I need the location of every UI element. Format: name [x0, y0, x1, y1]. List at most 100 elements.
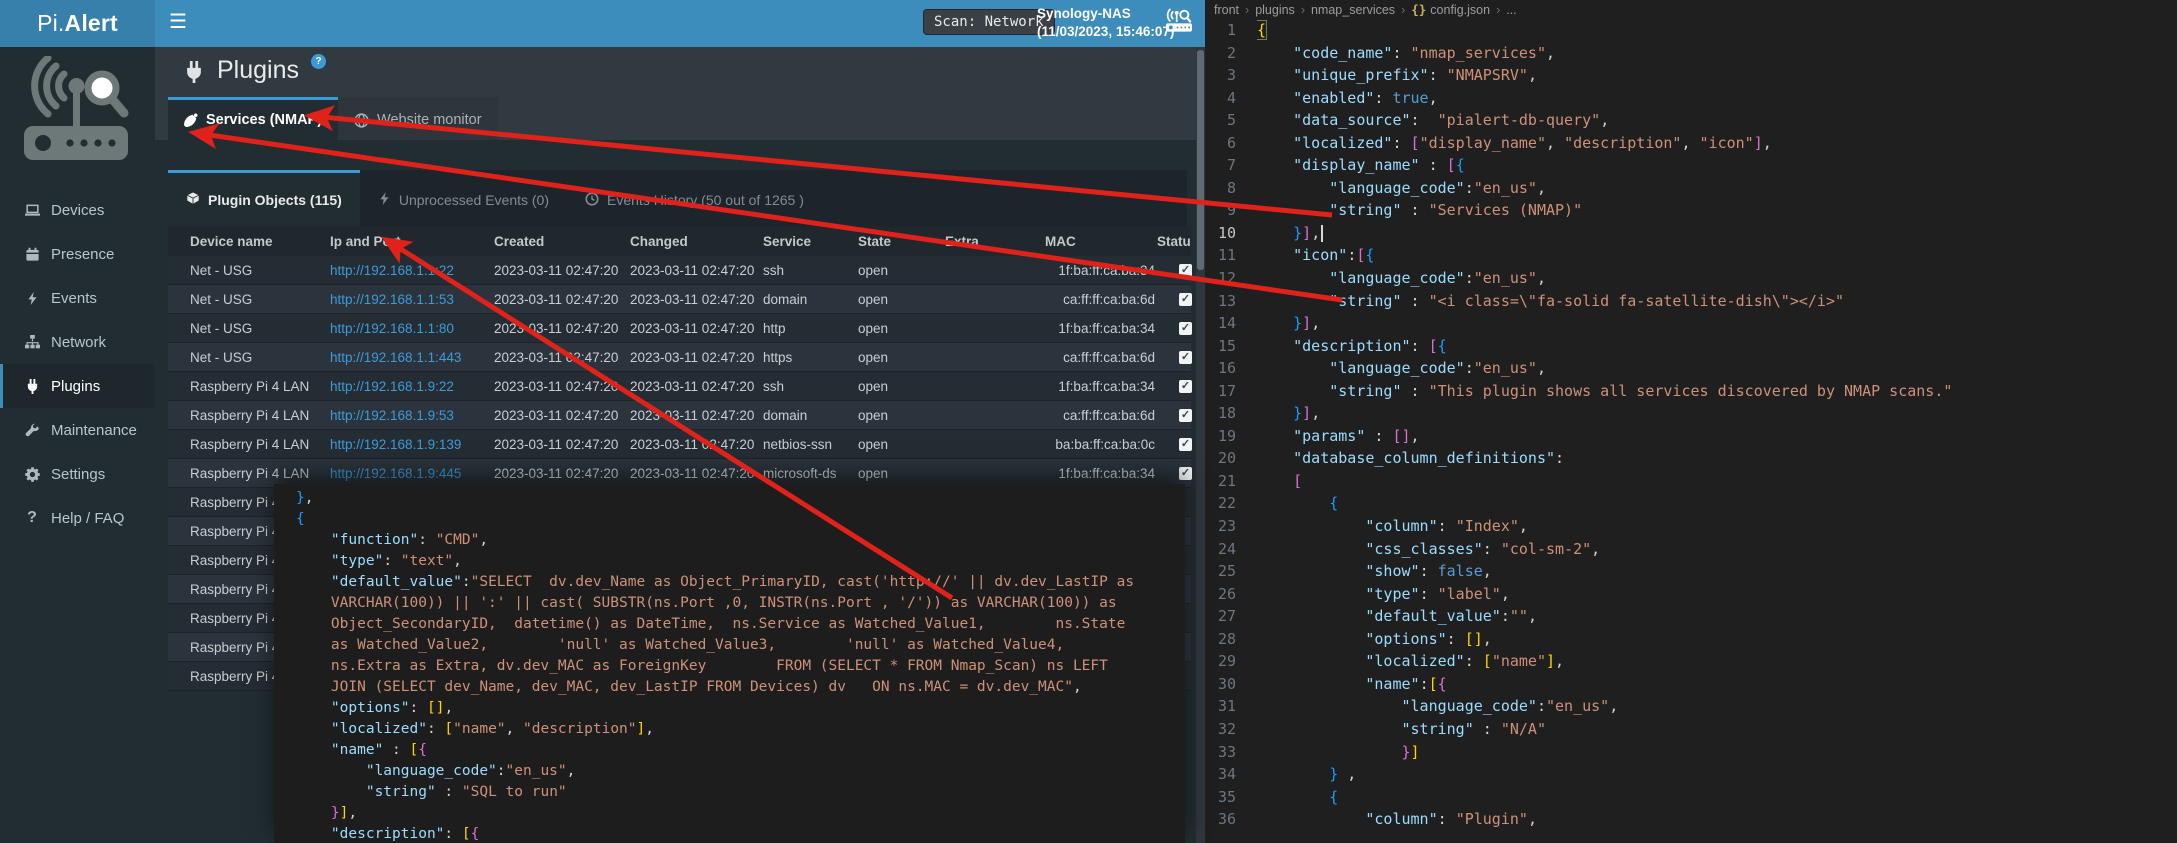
code-line: "string" : "SQL to run" [296, 782, 1185, 803]
tab-website-monitor[interactable]: Website monitor [338, 97, 498, 140]
column-header-created[interactable]: Created [494, 234, 630, 249]
table-row[interactable]: Raspberry Pi 4 LANhttp://192.168.1.9:222… [168, 372, 1191, 401]
status-checkbox[interactable]: ✓ [1179, 322, 1192, 335]
ip-port-link[interactable]: http://192.168.1.9:445 [330, 466, 461, 481]
table-row[interactable]: Net - USGhttp://192.168.1.1:222023-03-11… [168, 256, 1191, 285]
line-number: 20 [1205, 447, 1257, 470]
code-line: "description": [{ [296, 824, 1185, 843]
code-line: 7 "display_name" : [{ [1205, 154, 2177, 177]
sidebar-item-help-faq[interactable]: ?Help / FAQ [0, 496, 155, 540]
breadcrumb-item-[interactable]: ... [1506, 3, 1516, 17]
column-header-ip-and-port[interactable]: Ip and Port [330, 234, 494, 249]
scrollbar-thumb[interactable] [1197, 50, 1204, 270]
question-icon: ? [23, 510, 41, 526]
cell-status: ✓ [1157, 264, 1191, 277]
table-row[interactable]: Net - USGhttp://192.168.1.1:802023-03-11… [168, 314, 1191, 343]
current-device: Synology-NAS (11/03/2023, 15:46:07) [1037, 5, 1174, 41]
ip-port-link[interactable]: http://192.168.1.9:139 [330, 437, 461, 452]
menu-icon[interactable]: ☰ [169, 9, 187, 34]
status-checkbox[interactable]: ✓ [1179, 409, 1192, 422]
sidebar-item-events[interactable]: Events [0, 276, 155, 320]
status-checkbox[interactable]: ✓ [1179, 380, 1192, 393]
ip-port-link[interactable]: http://192.168.1.1:443 [330, 350, 461, 365]
sidebar-item-label: Devices [51, 202, 104, 219]
column-header-status[interactable]: Status [1157, 234, 1191, 249]
breadcrumb-item-front[interactable]: front [1214, 3, 1239, 17]
column-header-mac[interactable]: MAC [1045, 234, 1157, 249]
sidebar-item-presence[interactable]: Presence [0, 232, 155, 276]
cell-mac: ca:ff:ff:ca:ba:6d [1045, 350, 1157, 365]
ip-port-link[interactable]: http://192.168.1.1:80 [330, 321, 454, 336]
column-header-state[interactable]: State [858, 234, 945, 249]
table-row[interactable]: Net - USGhttp://192.168.1.1:53 2023-03-11… [168, 285, 1191, 314]
table-row[interactable]: Raspberry Pi 4 LANhttp://192.168.1.9:139… [168, 430, 1191, 459]
page-scrollbar[interactable] [1196, 0, 1205, 843]
code-line: 26 "type": "label", [1205, 583, 2177, 606]
cell-changed: 2023-03-11 02:47:20 [630, 292, 763, 307]
code-line-content: [ [1257, 470, 2177, 493]
satellite-dish-icon [184, 113, 198, 127]
code-line: 17 "string" : "This plugin shows all ser… [1205, 380, 2177, 403]
ip-port-link[interactable]: http://192.168.1.1:53 [330, 292, 454, 307]
status-checkbox[interactable]: ✓ [1179, 467, 1192, 480]
subtab-unprocessed-events-0[interactable]: Unprocessed Events (0) [360, 170, 567, 227]
code-line: 8 "language_code":"en_us", [1205, 177, 2177, 200]
cell-service: domain [763, 408, 858, 423]
code-line-content: "database_column_definitions": [1257, 447, 2177, 470]
cell-device-name: Net - USG [190, 321, 330, 336]
code-lines: 1{2 "code_name": "nmap_services",3 "uniq… [1205, 19, 2177, 843]
cell-ip-port: http://192.168.1.1:443 [330, 350, 494, 365]
line-number: 32 [1205, 718, 1257, 741]
line-number: 9 [1205, 199, 1257, 222]
code-line: 11 "icon":[{ [1205, 244, 2177, 267]
sidebar-item-settings[interactable]: Settings [0, 452, 155, 496]
status-checkbox[interactable]: ✓ [1179, 264, 1192, 277]
code-line: 30 "name":[{ [1205, 673, 2177, 696]
breadcrumb-item-nmap-services[interactable]: nmap_services [1311, 3, 1395, 17]
table-row[interactable]: Raspberry Pi 4 LANhttp://192.168.1.9:532… [168, 401, 1191, 430]
line-number: 18 [1205, 402, 1257, 425]
sidebar-item-label: Plugins [51, 378, 100, 395]
line-number: 25 [1205, 560, 1257, 583]
cell-ip-port: http://192.168.1.1:22 [330, 263, 494, 278]
code-line: 25 "show": false, [1205, 560, 2177, 583]
code-line-content: "string" : "This plugin shows all servic… [1257, 380, 2177, 403]
code-line: "function": "CMD", [296, 530, 1185, 551]
sidebar-item-plugins[interactable]: Plugins [0, 364, 155, 408]
code-line-content: "css_classes": "col-sm-2", [1257, 538, 2177, 561]
app-brand[interactable]: Pi.Alert [0, 0, 155, 47]
ip-port-link[interactable]: http://192.168.1.9:22 [330, 379, 454, 394]
code-line-content: "column": "Plugin", [1257, 808, 2177, 831]
sidebar-item-maintenance[interactable]: Maintenance [0, 408, 155, 452]
cell-device-name: Raspberry Pi 4 LAN [190, 466, 330, 481]
ip-port-link[interactable]: http://192.168.1.9:53 [330, 408, 454, 423]
code-line: 9 "string" : "Services (NMAP)" [1205, 199, 2177, 222]
subtab-events-history-50-out-of-1265[interactable]: Events History (50 out of 1265 ) [567, 170, 822, 227]
status-checkbox[interactable]: ✓ [1179, 293, 1192, 306]
code-line-content: "icon":[{ [1257, 244, 2177, 267]
column-header-device-name[interactable]: Device name [190, 234, 330, 249]
sidebar-item-network[interactable]: Network [0, 320, 155, 364]
column-header-service[interactable]: Service [763, 234, 858, 249]
sidebar-item-devices[interactable]: Devices [0, 188, 155, 232]
status-checkbox[interactable]: ✓ [1179, 351, 1192, 364]
breadcrumb-item-config-json[interactable]: {}config.json [1411, 2, 1490, 17]
status-checkbox[interactable]: ✓ [1179, 438, 1192, 451]
column-header-extra[interactable]: Extra [945, 234, 1045, 249]
column-header-changed[interactable]: Changed [630, 234, 763, 249]
breadcrumb-item-plugins[interactable]: plugins [1255, 3, 1295, 17]
line-number: 31 [1205, 695, 1257, 718]
plugin-tabs: Services (NMAP)Website monitor [168, 97, 498, 140]
cell-device-name: Net - USG [190, 292, 330, 307]
cell-ip-port: http://192.168.1.9:139 [330, 437, 494, 452]
page-header: Plugins ? [183, 56, 326, 90]
tab-services-nmap[interactable]: Services (NMAP) [168, 97, 338, 140]
line-number: 8 [1205, 177, 1257, 200]
help-badge[interactable]: ? [311, 54, 326, 69]
subtab-plugin-objects-115[interactable]: Plugin Objects (115) [168, 170, 360, 227]
vscode-editor[interactable]: front›plugins›nmap_services›{}config.jso… [1205, 0, 2177, 843]
cube-icon [186, 192, 200, 209]
code-line-content: "default_value":"", [1257, 605, 2177, 628]
ip-port-link[interactable]: http://192.168.1.1:22 [330, 263, 454, 278]
table-row[interactable]: Net - USGhttp://192.168.1.1:4432023-03-1… [168, 343, 1191, 372]
